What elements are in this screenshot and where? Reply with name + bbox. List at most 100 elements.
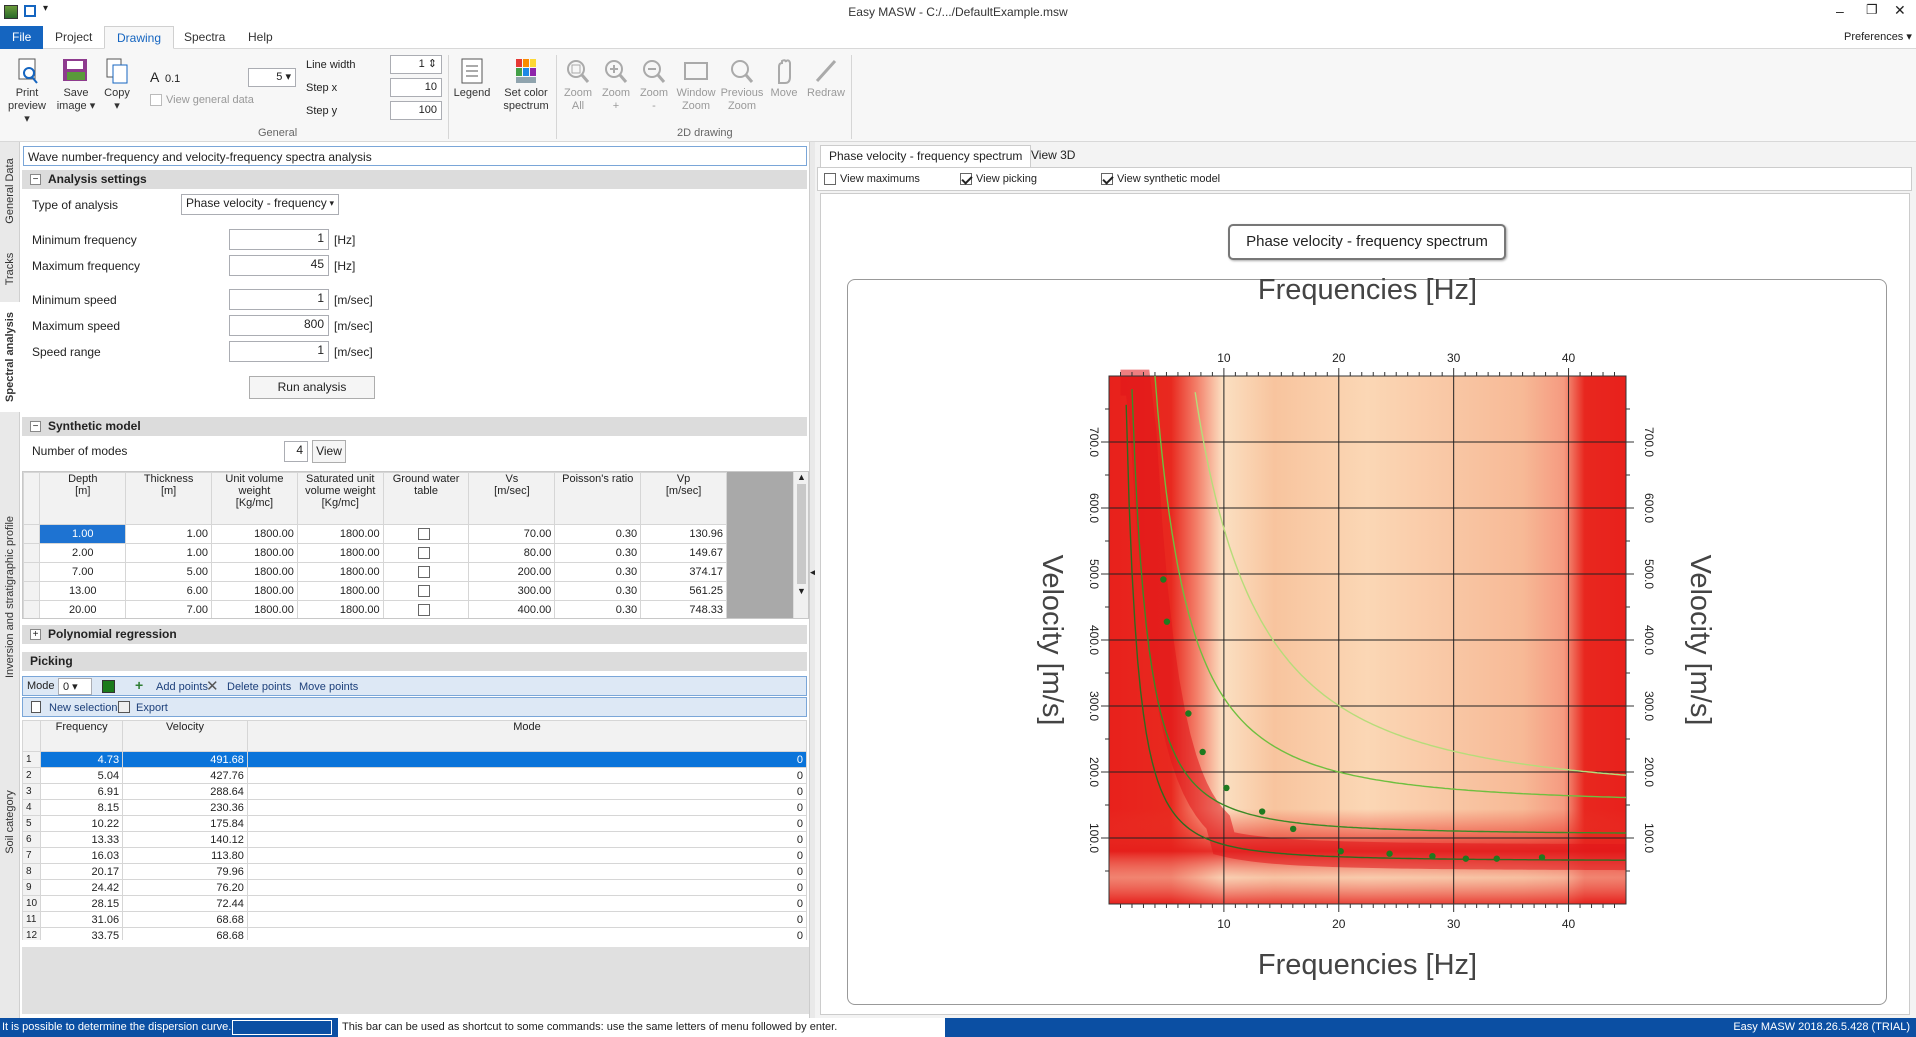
pick-cell[interactable]: 10.22: [40, 815, 124, 832]
close-icon[interactable]: ✕: [1894, 2, 1906, 19]
picking-section[interactable]: Picking: [22, 652, 807, 671]
layer-cell[interactable]: 6.00: [125, 581, 212, 601]
layer-cell[interactable]: 13.00: [39, 581, 127, 601]
pick-cell[interactable]: 0: [246, 911, 808, 928]
copy-button[interactable]: Copy ▾: [100, 57, 134, 113]
layer-cell[interactable]: 1800.00: [211, 581, 298, 601]
layer-cell[interactable]: 80.00: [468, 543, 556, 563]
table-row[interactable]: 9 24.42 76.20 0: [22, 879, 808, 896]
pick-cell[interactable]: 28.15: [40, 895, 124, 912]
pick-cell[interactable]: 0: [246, 815, 808, 832]
polynomial-regression-section[interactable]: + Polynomial regression: [22, 625, 807, 644]
run-analysis-button[interactable]: Run analysis: [249, 376, 375, 399]
max-speed-input[interactable]: 800: [229, 315, 329, 336]
checkbox-icon[interactable]: [418, 566, 431, 579]
row-header[interactable]: [23, 600, 41, 618]
checkbox-icon[interactable]: [418, 528, 431, 541]
picked-point[interactable]: [1429, 852, 1436, 860]
line-width-input[interactable]: 1 ⇕: [390, 55, 442, 74]
layer-cell[interactable]: 5.00: [125, 562, 212, 582]
pick-cell[interactable]: 4.73: [40, 751, 124, 768]
pick-cell[interactable]: 6.91: [40, 783, 124, 800]
picks-col-header[interactable]: Frequency: [40, 720, 124, 752]
pick-cell[interactable]: 8.15: [40, 799, 124, 816]
layer-cell[interactable]: 1800.00: [296, 600, 384, 618]
spectrum-chart[interactable]: 10 10 20 20 30 30 40 40 100.0 100.0 200.0 200.0 300.…: [821, 194, 1911, 1016]
layer-cell[interactable]: 1800.00: [211, 524, 298, 544]
table-row[interactable]: 8 20.17 79.96 0: [22, 863, 808, 880]
layer-cell[interactable]: 1.00: [125, 543, 212, 563]
tab-file[interactable]: File: [0, 26, 44, 49]
tab-project[interactable]: Project: [43, 26, 104, 49]
layer-cell[interactable]: 130.96: [640, 524, 727, 544]
picked-point[interactable]: [1493, 855, 1500, 862]
sidetab-tracks[interactable]: Tracks: [0, 242, 20, 296]
pick-cell[interactable]: 0: [246, 863, 808, 880]
ground-water-checkbox[interactable]: [382, 581, 470, 601]
pick-cell[interactable]: 31.06: [40, 911, 124, 928]
tab-view-3d[interactable]: View 3D: [1023, 145, 1083, 167]
pick-cell[interactable]: 0: [246, 895, 808, 912]
tab-spectra[interactable]: Spectra: [172, 26, 237, 49]
layers-col-header[interactable]: Poisson's ratio: [554, 472, 642, 525]
pick-cell[interactable]: 288.64: [122, 783, 248, 800]
zoom-in-button[interactable]: Zoom +: [598, 57, 634, 113]
type-of-analysis-select[interactable]: Phase velocity - frequency ▾: [181, 194, 339, 215]
layer-cell[interactable]: 0.30: [554, 581, 642, 601]
layers-col-header[interactable]: Vs [m/sec]: [468, 472, 556, 525]
table-row[interactable]: 5 10.22 175.84 0: [22, 815, 808, 832]
move-points-button[interactable]: Move points: [299, 681, 358, 693]
layers-col-header[interactable]: Thickness [m]: [125, 472, 212, 525]
mode-color-swatch[interactable]: [102, 680, 115, 693]
pick-cell[interactable]: 0: [246, 847, 808, 864]
pick-cell[interactable]: 0: [246, 879, 808, 896]
row-header[interactable]: [23, 543, 41, 563]
picked-point[interactable]: [1386, 850, 1393, 857]
table-row[interactable]: 1.00 1.00 1800.00 1800.00 70.00 0.30 130.96: [23, 524, 727, 544]
layer-cell[interactable]: 1800.00: [296, 524, 384, 544]
layers-table[interactable]: Depth [m] Thickness [m] Unit volume weight [Kg…: [23, 472, 727, 618]
export-button[interactable]: Export: [136, 702, 168, 714]
table-row[interactable]: 4 8.15 230.36 0: [22, 799, 808, 816]
layers-col-header[interactable]: Saturated unit volume weight [Kg/mc]: [296, 472, 384, 525]
picked-point[interactable]: [1223, 784, 1230, 792]
picks-col-header[interactable]: Mode: [246, 720, 808, 752]
row-header[interactable]: [23, 581, 41, 601]
pick-cell[interactable]: 491.68: [122, 751, 248, 768]
tab-spectrum[interactable]: Phase velocity - frequency spectrum: [820, 145, 1032, 167]
sidetab-general-data[interactable]: General Data: [0, 146, 20, 236]
table-row[interactable]: 7.00 5.00 1800.00 1800.00 200.00 0.30 374.17: [23, 562, 727, 582]
pick-cell[interactable]: 0: [246, 831, 808, 848]
ground-water-checkbox[interactable]: [382, 524, 470, 544]
table-row[interactable]: 12 33.75 68.68 0: [22, 927, 808, 940]
layer-cell[interactable]: 400.00: [468, 600, 556, 618]
pick-cell[interactable]: 79.96: [122, 863, 248, 880]
layer-cell[interactable]: 1800.00: [296, 543, 384, 563]
checkbox-icon[interactable]: [418, 604, 431, 617]
view-maximums-checkbox[interactable]: View maximums: [824, 173, 920, 186]
speed-range-input[interactable]: 1: [229, 341, 329, 362]
table-row[interactable]: 2 5.04 427.76 0: [22, 767, 808, 784]
zoom-out-button[interactable]: Zoom -: [636, 57, 672, 113]
layers-col-header[interactable]: Depth [m]: [39, 472, 127, 525]
zoom-all-button[interactable]: Zoom All: [560, 57, 596, 113]
view-picking-checkbox[interactable]: View picking: [960, 173, 1037, 186]
table-row[interactable]: 13.00 6.00 1800.00 1800.00 300.00 0.30 561.25: [23, 581, 727, 601]
window-zoom-button[interactable]: Window Zoom: [674, 57, 718, 113]
new-selection-button[interactable]: New selection: [49, 702, 117, 714]
pick-cell[interactable]: 68.68: [122, 927, 248, 940]
min-frequency-input[interactable]: 1: [229, 229, 329, 250]
layer-cell[interactable]: 7.00: [125, 600, 212, 618]
pick-cell[interactable]: 13.33: [40, 831, 124, 848]
table-row[interactable]: 2.00 1.00 1800.00 1800.00 80.00 0.30 149.67: [23, 543, 727, 563]
layer-cell[interactable]: 1.00: [39, 524, 127, 544]
max-frequency-input[interactable]: 45: [229, 255, 329, 276]
pick-cell[interactable]: 72.44: [122, 895, 248, 912]
set-color-spectrum-button[interactable]: Set color spectrum: [500, 57, 552, 113]
row-header[interactable]: [23, 562, 41, 582]
minimize-icon[interactable]: –: [1836, 3, 1844, 19]
legend-button[interactable]: Legend: [452, 57, 492, 100]
layer-cell[interactable]: 1800.00: [211, 562, 298, 582]
restore-icon[interactable]: ❐: [1866, 2, 1878, 18]
row-header[interactable]: [23, 524, 41, 544]
